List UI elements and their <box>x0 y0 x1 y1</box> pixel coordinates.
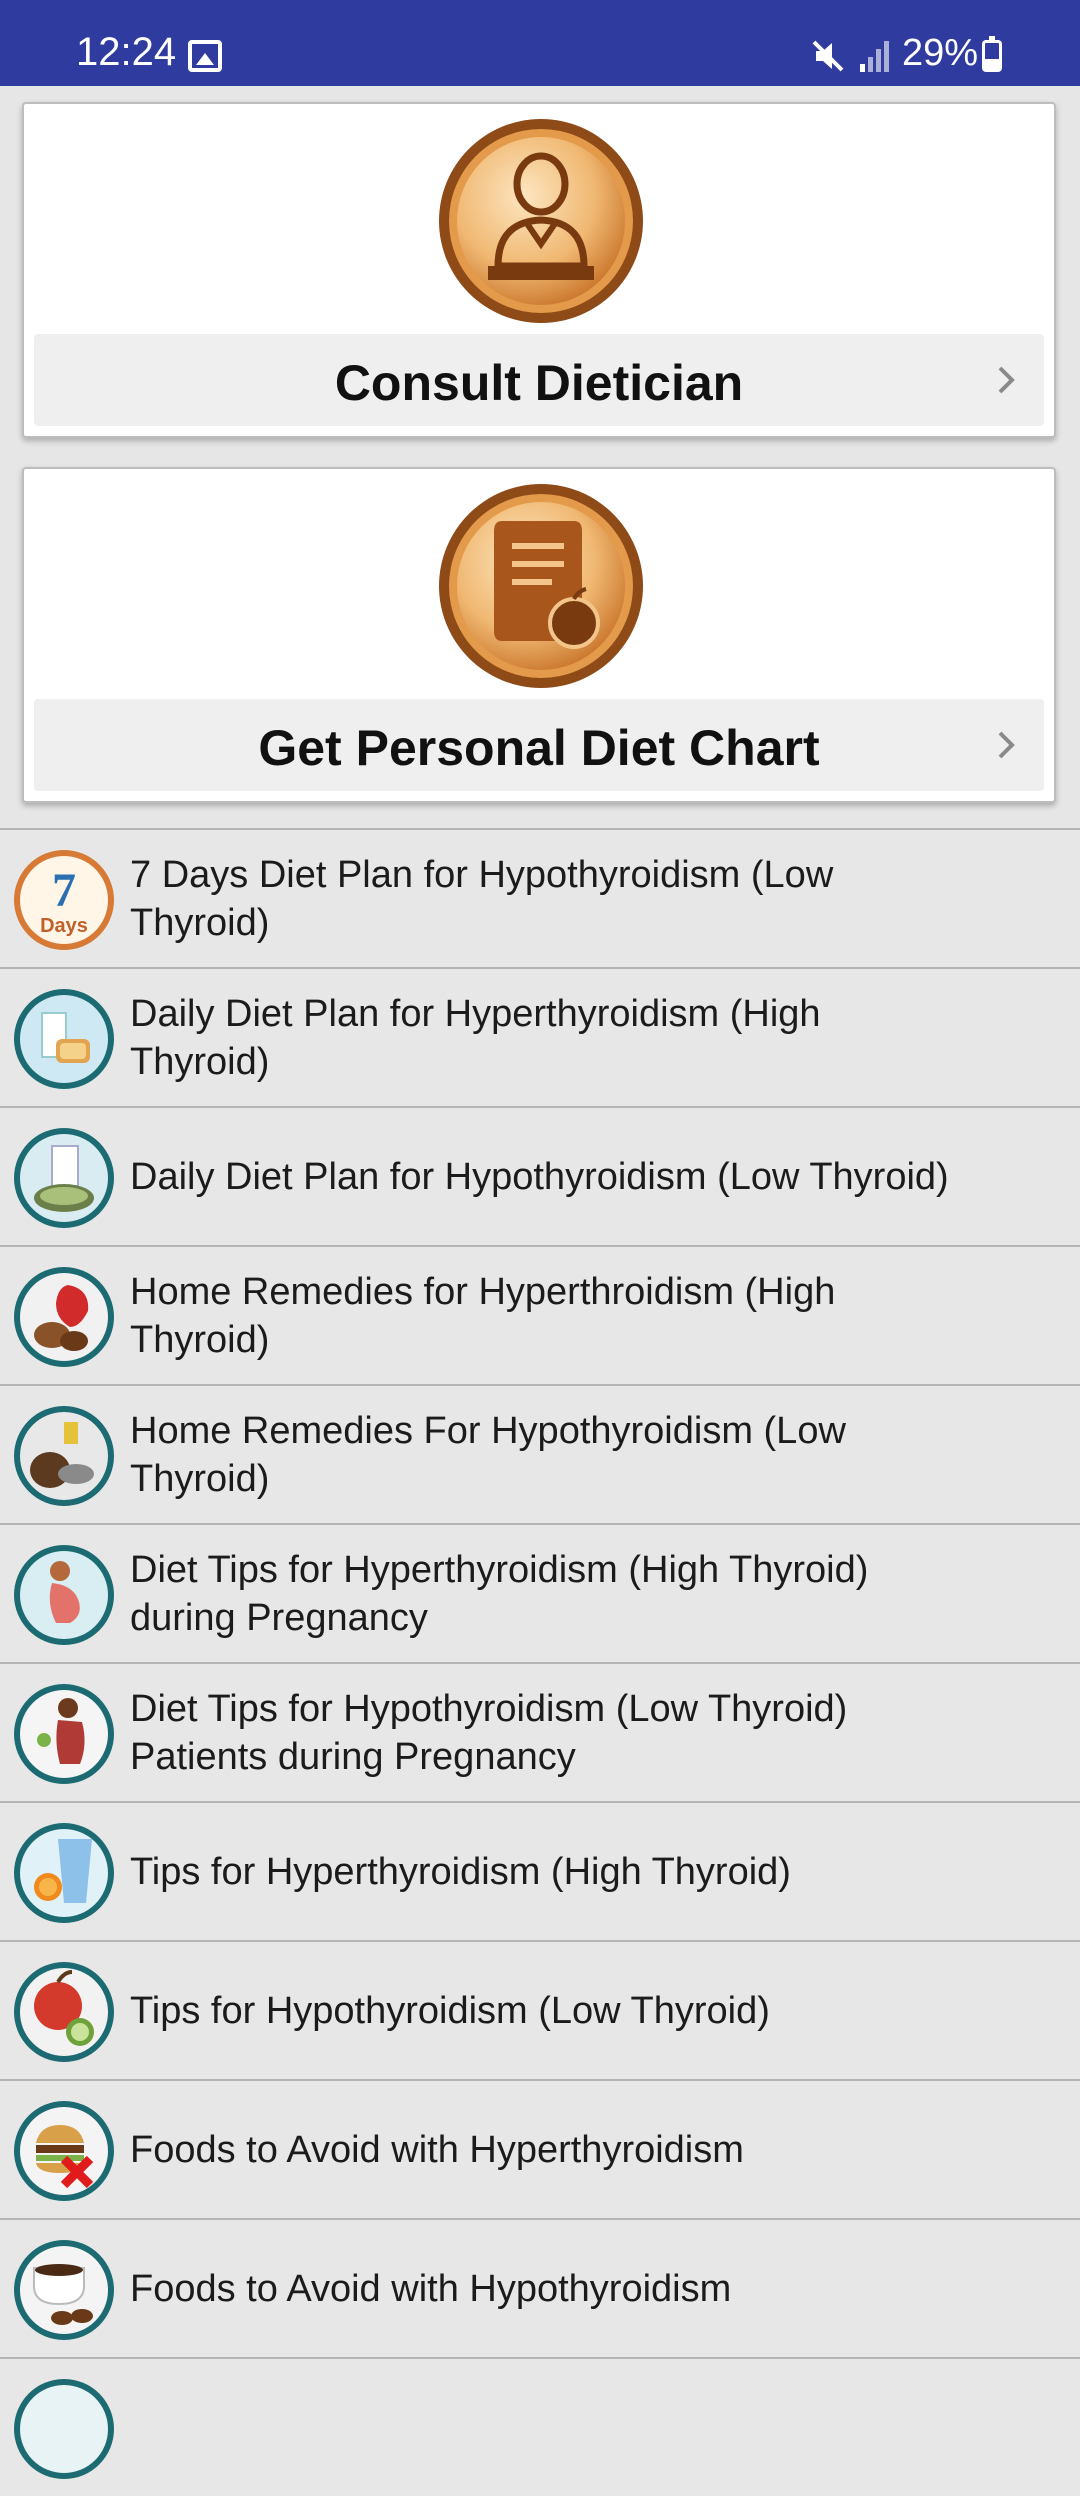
pregnant-woman-icon <box>14 1545 114 1645</box>
burger-fries-avoid-icon <box>14 2101 114 2201</box>
list-item[interactable]: Home Remedies For Hypothyroidism (Low Th… <box>0 1384 1080 1523</box>
apple-cucumber-icon <box>14 1962 114 2062</box>
card-label: Consult Dietician <box>334 355 744 411</box>
list-item-label: Home Remedies For Hypothyroidism (Low Th… <box>130 1409 846 1500</box>
pregnant-eating-icon <box>14 1684 114 1784</box>
list-item-partial[interactable] <box>0 2357 1080 2496</box>
seven-days-caption: Days <box>40 915 88 937</box>
consult-dietician-card[interactable]: Consult Dietician <box>22 102 1056 438</box>
diet-chart-icon <box>439 484 643 688</box>
list-item-icon-partial <box>14 2379 114 2479</box>
water-orange-icon <box>14 1823 114 1923</box>
list-item-label: Daily Diet Plan for Hypothyroidism (Low … <box>130 1155 949 1198</box>
strawberry-nuts-icon <box>14 1267 114 1367</box>
list-item[interactable]: Daily Diet Plan for Hypothyroidism (Low … <box>0 1106 1080 1245</box>
list-item-label: Home Remedies for Hyperthroidism (High T… <box>130 1270 836 1361</box>
signal-icon <box>860 41 889 72</box>
chevron-right-icon <box>998 731 1015 759</box>
list-item[interactable]: Diet Tips for Hypothyroidism (Low Thyroi… <box>0 1662 1080 1801</box>
list-item-label: 7 Days Diet Plan for Hypothyroidism (Low… <box>130 853 834 944</box>
list-item-label: Foods to Avoid with Hypothyroidism <box>130 2267 732 2310</box>
list-item-label: Diet Tips for Hypothyroidism (Low Thyroi… <box>130 1687 848 1778</box>
coffee-avoid-icon <box>14 2240 114 2340</box>
coconut-oil-icon <box>14 1406 114 1506</box>
list-item[interactable]: Foods to Avoid with Hypothyroidism <box>0 2218 1080 2357</box>
topic-list: 7 Days 7 Days Diet Plan for Hypothyroidi… <box>0 828 1080 2496</box>
list-item[interactable]: Tips for Hypothyroidism (Low Thyroid) <box>0 1940 1080 2079</box>
list-item-label: Foods to Avoid with Hyperthyroidism <box>130 2128 744 2171</box>
mute-icon <box>812 40 844 72</box>
personal-diet-chart-card[interactable]: Get Personal Diet Chart <box>22 467 1056 803</box>
list-item[interactable]: Tips for Hyperthyroidism (High Thyroid) <box>0 1801 1080 1940</box>
chevron-right-icon <box>998 366 1015 394</box>
milk-toast-icon <box>14 989 114 1089</box>
list-item-label: Diet Tips for Hyperthyroidism (High Thyr… <box>130 1548 869 1639</box>
list-item[interactable]: 7 Days 7 Days Diet Plan for Hypothyroidi… <box>0 828 1080 967</box>
card-action-bar[interactable]: Consult Dietician <box>34 334 1044 426</box>
list-item[interactable]: Diet Tips for Hyperthyroidism (High Thyr… <box>0 1523 1080 1662</box>
list-item-label: Daily Diet Plan for Hyperthyroidism (Hig… <box>130 992 821 1083</box>
status-bar: 12:24 29% <box>0 0 1080 86</box>
list-item[interactable]: Daily Diet Plan for Hyperthyroidism (Hig… <box>0 967 1080 1106</box>
battery-percent: 29% <box>902 32 979 74</box>
seven-days-number: 7 <box>52 864 76 917</box>
list-item[interactable]: Home Remedies for Hyperthroidism (High T… <box>0 1245 1080 1384</box>
card-action-bar[interactable]: Get Personal Diet Chart <box>34 699 1044 791</box>
seven-days-icon: 7 Days <box>14 850 114 950</box>
card-label: Get Personal Diet Chart <box>258 720 820 776</box>
list-item-label: Tips for Hyperthyroidism (High Thyroid) <box>130 1850 791 1893</box>
status-time: 12:24 <box>76 30 177 74</box>
gallery-icon <box>188 40 222 72</box>
list-item[interactable]: Foods to Avoid with Hyperthyroidism <box>0 2079 1080 2218</box>
list-item-label: Tips for Hypothyroidism (Low Thyroid) <box>130 1989 770 2032</box>
milk-seeds-icon <box>14 1128 114 1228</box>
dietician-icon <box>439 119 643 323</box>
battery-icon <box>982 36 1002 72</box>
